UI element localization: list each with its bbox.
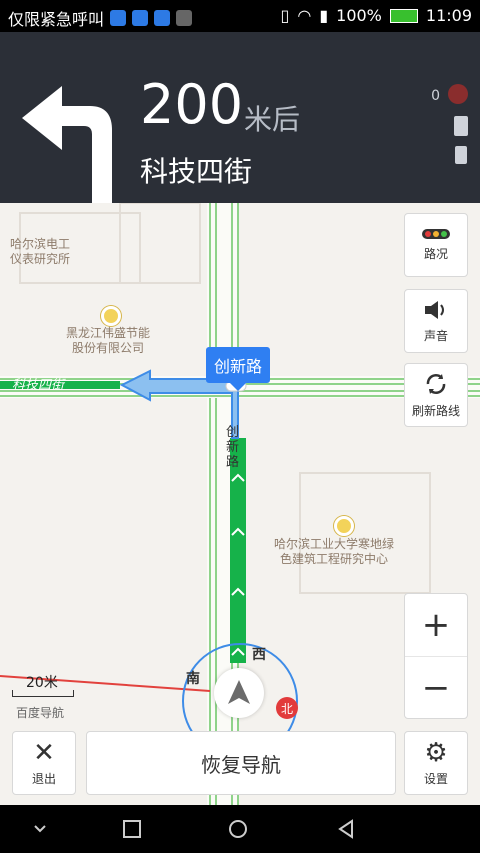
- poi-line: 黑龙江伟盛节能 股份有限公司: [66, 326, 151, 355]
- current-location-button[interactable]: [214, 668, 264, 718]
- map-scale-bar: [12, 690, 74, 697]
- zoom-in-button[interactable]: +: [405, 594, 467, 657]
- vibrate-icon: ▯: [280, 6, 290, 25]
- compass-north-badge: 北: [276, 697, 298, 719]
- back-icon[interactable]: [336, 819, 356, 839]
- refresh-route-button[interactable]: 刷新路线: [404, 363, 468, 427]
- poi-line: 哈尔滨电工 仪表研究所: [10, 237, 71, 266]
- navigation-arrow-icon: [228, 680, 250, 704]
- street-label-vertical: 创新路: [226, 425, 240, 470]
- traffic-label: 路况: [423, 246, 448, 261]
- notification-icon: [132, 10, 149, 26]
- wifi-icon: ◠: [297, 6, 312, 25]
- charging-icon: [455, 146, 467, 164]
- exit-button[interactable]: ✕ 退出: [12, 731, 76, 795]
- map-watermark: 百度导航: [16, 706, 65, 720]
- refresh-icon: [426, 373, 446, 394]
- poi-marker-icon[interactable]: [101, 306, 121, 326]
- zoom-controls: + −: [404, 593, 468, 719]
- status-bar: 仅限紧急呼叫 ▯ ◠ ▮ 100% 11:09: [0, 0, 480, 32]
- distance-value: 200: [140, 73, 244, 136]
- compass-west-label: 西: [252, 647, 266, 663]
- exit-label: 退出: [31, 771, 56, 786]
- system-nav-bar: [0, 805, 480, 853]
- guidance-panel: 200 米后 科技四街 0: [0, 32, 480, 210]
- battery-icon: [389, 8, 418, 23]
- home-icon[interactable]: [228, 819, 248, 839]
- poi-marker-icon[interactable]: [334, 516, 354, 536]
- hide-keyboard-icon[interactable]: [30, 819, 50, 839]
- traffic-light-icon: [422, 228, 450, 239]
- street-label-horizontal: 科技四街: [12, 378, 65, 393]
- battery-percent: 100%: [336, 6, 382, 25]
- poi-line: 哈尔滨工业大学寒地绿 色建筑工程研究中心: [274, 537, 395, 566]
- image-icon: [176, 10, 193, 26]
- satellite-icon: [448, 84, 468, 104]
- compass-south-label: 南: [186, 671, 200, 687]
- close-icon: ✕: [33, 737, 55, 768]
- poi-label[interactable]: 哈尔滨电工 仪表研究所: [10, 237, 70, 267]
- status-text: 仅限紧急呼叫: [8, 10, 105, 29]
- road-callout: 创新路: [206, 347, 271, 391]
- distance-unit: 米后: [244, 103, 301, 136]
- status-time: 11:09: [425, 6, 472, 25]
- speaker-icon: [425, 300, 444, 319]
- gps-satellite-count: 0: [431, 88, 440, 104]
- poi-label[interactable]: 黑龙江伟盛节能 股份有限公司: [66, 326, 150, 356]
- notification-icon: [110, 10, 127, 26]
- poi-label[interactable]: 哈尔滨工业大学寒地绿 色建筑工程研究中心: [274, 537, 394, 567]
- settings-button[interactable]: ⚙ 设置: [404, 731, 468, 795]
- turn-left-arrow-icon: [22, 86, 112, 210]
- usb-icon: [154, 10, 171, 26]
- gear-icon: ⚙: [424, 737, 448, 768]
- map-scale-label: 20米: [26, 675, 58, 691]
- traffic-button[interactable]: 路况: [404, 213, 468, 277]
- next-road-name: 科技四街: [140, 155, 253, 188]
- refresh-route-label: 刷新路线: [411, 403, 460, 418]
- sound-button[interactable]: 声音: [404, 289, 468, 353]
- sound-label: 声音: [423, 328, 448, 343]
- settings-label: 设置: [423, 771, 448, 786]
- recents-icon[interactable]: [122, 819, 142, 839]
- resume-navigation-button[interactable]: 恢复导航: [86, 731, 396, 795]
- zoom-out-button[interactable]: −: [405, 657, 467, 719]
- battery-icon: [454, 116, 468, 136]
- sim-icon: ▮: [319, 6, 329, 25]
